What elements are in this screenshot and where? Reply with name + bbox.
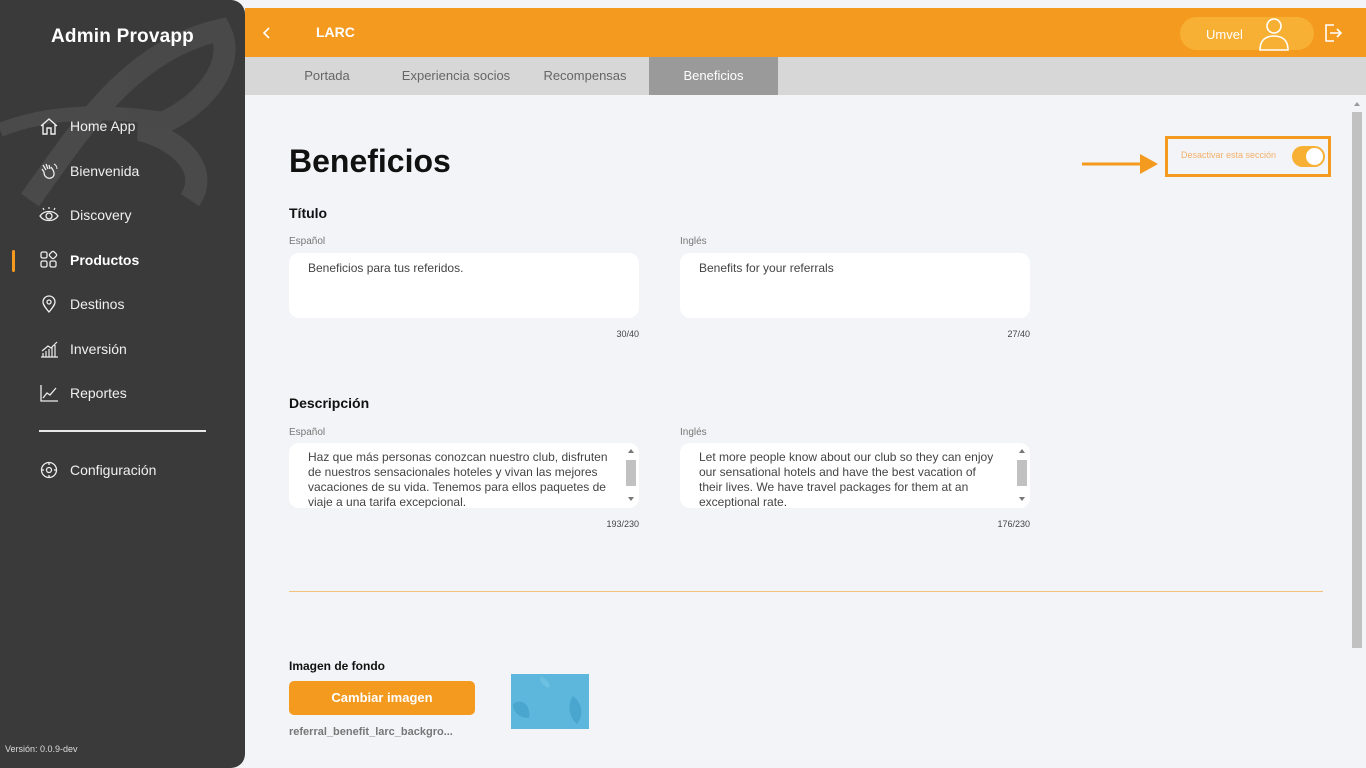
titulo-en-counter: 27/40 bbox=[1007, 329, 1030, 339]
version-label: Versión: 0.0.9-dev bbox=[5, 744, 78, 754]
active-indicator bbox=[12, 250, 15, 272]
back-arrow-icon[interactable] bbox=[259, 22, 273, 44]
descripcion-en-counter: 176/230 bbox=[997, 519, 1030, 529]
titulo-en-input[interactable]: Benefits for your referrals bbox=[680, 253, 1030, 318]
page-title: Beneficios bbox=[289, 143, 451, 179]
waving-hand-icon bbox=[38, 160, 60, 182]
sidebar-item-label: Inversión bbox=[70, 341, 127, 357]
user-name: Umvel bbox=[1206, 27, 1243, 42]
brand-title: Admin Provapp bbox=[50, 26, 194, 47]
sidebar-item-label: Discovery bbox=[70, 207, 132, 223]
tab-recompensas[interactable]: Recompensas bbox=[530, 57, 640, 95]
descripcion-en-label: Inglés bbox=[680, 427, 707, 438]
toggle-label: Desactivar esta sección bbox=[1181, 150, 1277, 160]
bar-chart-icon bbox=[38, 338, 60, 360]
sidebar-item-bienvenida[interactable]: Bienvenida bbox=[38, 157, 139, 185]
sidebar-item-label: Configuración bbox=[70, 462, 157, 478]
descripcion-es-counter: 193/230 bbox=[606, 519, 639, 529]
tab-portada[interactable]: Portada bbox=[272, 57, 382, 95]
titulo-es-label: Español bbox=[289, 236, 326, 247]
tab-beneficios[interactable]: Beneficios bbox=[649, 57, 778, 95]
sidebar-item-inversion[interactable]: Inversión bbox=[38, 335, 127, 363]
sidebar-item-home-app[interactable]: Home App bbox=[38, 112, 135, 140]
toggle-switch[interactable] bbox=[1292, 146, 1325, 167]
sidebar-item-destinos[interactable]: Destinos bbox=[38, 290, 124, 318]
sidebar-item-label: Destinos bbox=[70, 296, 125, 312]
sidebar-divider bbox=[39, 430, 206, 432]
user-menu-button[interactable]: Umvel bbox=[1180, 17, 1314, 51]
sidebar-item-reportes[interactable]: Reportes bbox=[38, 379, 127, 407]
page-header-title: LARC bbox=[316, 24, 355, 40]
disable-section-toggle[interactable]: Desactivar esta sección bbox=[1165, 136, 1331, 177]
titulo-es-counter: 30/40 bbox=[616, 329, 639, 339]
descripcion-en-textarea[interactable]: Let more people know about our club so t… bbox=[680, 443, 1030, 508]
sidebar-item-label: Reportes bbox=[70, 385, 127, 401]
image-file-name: referral_benefit_larc_backgro... bbox=[289, 726, 453, 738]
section-tabs: Portada Experiencia socios Recompensas B… bbox=[245, 57, 1366, 95]
sidebar: Admin Provapp Home App Bienvenida Discov… bbox=[0, 0, 245, 768]
page-scrollbar[interactable] bbox=[1350, 96, 1364, 768]
gear-icon bbox=[38, 459, 60, 481]
background-image-label: Imagen de fondo bbox=[289, 659, 385, 673]
eye-icon bbox=[38, 204, 60, 226]
logout-icon[interactable] bbox=[1322, 22, 1344, 44]
descripcion-es-label: Español bbox=[289, 427, 326, 438]
sidebar-item-label: Bienvenida bbox=[70, 163, 140, 179]
textarea-scrollbar[interactable] bbox=[625, 445, 637, 505]
top-bar: LARC Umvel bbox=[245, 8, 1366, 57]
change-image-button[interactable]: Cambiar imagen bbox=[289, 681, 475, 715]
sidebar-item-productos[interactable]: Productos bbox=[38, 246, 139, 274]
line-chart-icon bbox=[38, 382, 60, 404]
titulo-heading: Título bbox=[289, 205, 328, 221]
descripcion-es-text: Haz que más personas conozcan nuestro cl… bbox=[308, 450, 608, 508]
descripcion-heading: Descripción bbox=[289, 395, 370, 411]
descripcion-en-text: Let more people know about our club so t… bbox=[699, 450, 994, 508]
location-pin-icon bbox=[38, 293, 60, 315]
sidebar-item-label: Home App bbox=[70, 118, 136, 134]
section-divider bbox=[289, 591, 1323, 592]
sidebar-item-discovery[interactable]: Discovery bbox=[38, 201, 131, 229]
titulo-es-input[interactable]: Beneficios para tus referidos. bbox=[289, 253, 639, 318]
tab-experiencia-socios[interactable]: Experiencia socios bbox=[391, 57, 521, 95]
home-icon bbox=[38, 115, 60, 137]
arrow-right-icon bbox=[1082, 154, 1158, 174]
toggle-knob bbox=[1306, 148, 1323, 165]
descripcion-es-textarea[interactable]: Haz que más personas conozcan nuestro cl… bbox=[289, 443, 639, 508]
sidebar-item-configuracion[interactable]: Configuración bbox=[38, 456, 156, 484]
sidebar-item-label: Productos bbox=[70, 252, 140, 268]
titulo-en-label: Inglés bbox=[680, 236, 707, 247]
user-avatar-icon bbox=[1259, 18, 1289, 51]
grid-icon bbox=[38, 249, 60, 271]
textarea-scrollbar[interactable] bbox=[1016, 445, 1028, 505]
background-image-thumbnail bbox=[511, 674, 589, 729]
